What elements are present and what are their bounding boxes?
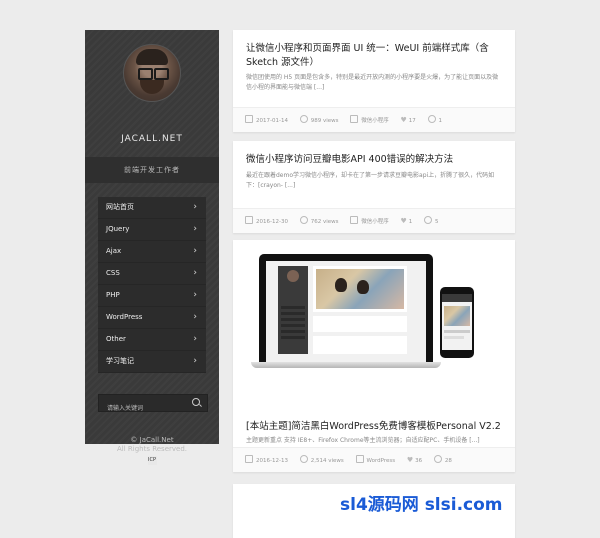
post-views: 2,514 views [299,455,344,464]
post-title[interactable]: 微信小程序访问豆瓣电影API 400错误的解决方法 [246,153,502,167]
heart-icon: ♥ [406,456,414,464]
heart-icon: ♥ [400,217,407,225]
folder-icon [350,115,359,123]
chevron-right-icon: › [193,246,197,256]
post-title[interactable]: 让微信小程序和页面界面 UI 统一：WeUI 前端样式库（含 Sketch 源文… [246,42,502,70]
post-views: 989 views [299,115,339,124]
post-category[interactable]: 微信小程序 [350,216,389,225]
comment-icon [424,216,433,224]
post-date: 2016-12-13 [245,455,288,464]
nav-item-label: CSS [106,269,120,277]
nav-item-css[interactable]: CSS › [98,263,206,285]
nav-item-label: 网站首页 [106,203,134,211]
post-card: 让微信小程序和页面界面 UI 统一：WeUI 前端样式库（含 Sketch 源文… [233,30,515,132]
post-meta: 2016-12-13 2,514 views WordPress ♥ 36 28 [233,447,515,472]
site-tagline: 前端开发工作者 [85,157,219,183]
calendar-icon [245,216,253,224]
chevron-right-icon: › [193,356,197,366]
nav-item-label: Ajax [106,247,122,255]
post-likes[interactable]: ♥ 36 [407,456,422,464]
nav-item-label: WordPress [106,313,143,321]
search-box [98,394,208,417]
search-input[interactable] [99,400,191,417]
post-category[interactable]: WordPress [355,455,395,464]
icp-badge[interactable]: ICP [147,456,157,465]
copyright: © JaCall.Net [130,436,174,444]
eye-icon [299,455,308,463]
nav-item-home[interactable]: 网站首页 › [98,197,206,219]
post-date: 2017-01-14 [245,115,288,124]
post-comments[interactable]: 28 [433,455,452,464]
chevron-right-icon: › [193,224,197,234]
nav-item-label: JQuery [106,225,130,233]
chevron-right-icon: › [193,334,197,344]
sidebar: JACALL.NET 前端开发工作者 网站首页 › JQuery › Ajax › C… [85,30,219,465]
heart-icon: ♥ [400,116,407,124]
folder-icon [350,216,359,224]
post-excerpt: 微信团使用的 H5 页面是包含多，特别是最近开放内测的小程序要是火爆，为了能让页… [246,74,499,91]
chevron-right-icon: › [193,268,197,278]
phone-mockup [440,287,474,358]
main-nav: 网站首页 › JQuery › Ajax › CSS › PHP › WordPress ›… [98,197,206,373]
site-name[interactable]: JACALL.NET [85,134,219,144]
post-excerpt: 最近在跟着demo学习微信小程序，却卡在了第一步请求豆瓣电影api上，折腾了很久… [246,172,495,189]
sidebar-footer: © JaCall.Net All Rights Reserved. ICP [85,436,219,465]
laptop-base [251,362,441,368]
nav-item-other[interactable]: Other › [98,329,206,351]
post-card: 微信小程序访问豆瓣电影API 400错误的解决方法 最近在跟着demo学习微信小… [233,141,515,233]
nav-item-label: 学习笔记 [106,357,134,365]
calendar-icon [245,115,253,123]
nav-item-wordpress[interactable]: WordPress › [98,307,206,329]
post-meta: 2017-01-14 989 views 微信小程序 ♥ 17 1 [233,107,515,132]
post-likes[interactable]: ♥ 1 [401,217,413,225]
post-views: 762 views [299,216,339,225]
nav-item-php[interactable]: PHP › [98,285,206,307]
laptop-mockup [259,254,433,362]
post-comments[interactable]: 1 [427,115,442,124]
post-card: [本站主题]简洁黑白WordPress免费博客模板Personal V2.2 主… [233,240,515,472]
nav-item-label: PHP [106,291,120,299]
watermark: sl4源码网 slsi.com [340,495,503,515]
nav-item-jquery[interactable]: JQuery › [98,219,206,241]
post-thumbnail[interactable] [251,254,489,404]
post-excerpt: 主题更新重点 支持 IE8+、Firefox Chrome等主流浏览器；自适应配… [246,437,480,444]
folder-icon [355,455,364,463]
nav-item-ajax[interactable]: Ajax › [98,241,206,263]
post-meta: 2016-12-30 762 views 微信小程序 ♥ 1 5 [233,208,515,233]
post-category[interactable]: 微信小程序 [350,115,389,124]
search-icon[interactable] [192,398,200,406]
eye-icon [299,115,308,123]
chevron-right-icon: › [193,312,197,322]
avatar[interactable] [123,44,181,102]
post-title[interactable]: [本站主题]简洁黑白WordPress免费博客模板Personal V2.2 [246,420,502,434]
chevron-right-icon: › [193,290,197,300]
nav-item-label: Other [106,335,126,343]
chevron-right-icon: › [193,202,197,212]
post-comments[interactable]: 5 [424,216,439,225]
nav-item-notes[interactable]: 学习笔记 › [98,351,206,373]
comment-icon [427,115,436,123]
eye-icon [299,216,308,224]
rights-text: All Rights Reserved. [116,445,187,453]
calendar-icon [245,455,253,463]
comment-icon [433,455,442,463]
post-date: 2016-12-30 [245,216,288,225]
post-likes[interactable]: ♥ 17 [401,116,416,124]
